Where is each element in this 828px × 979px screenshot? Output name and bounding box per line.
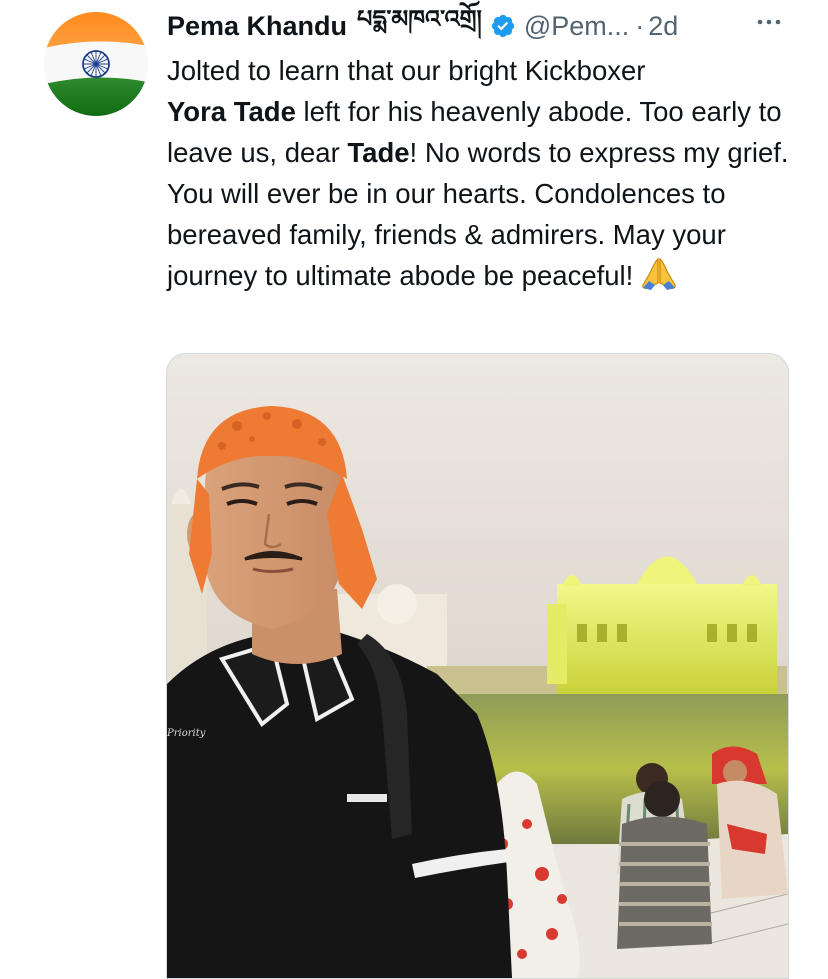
folded-hands-emoji-icon (639, 255, 679, 302)
tweet-media-photo[interactable]: Priority (166, 353, 789, 979)
tweet-text: Jolted to learn that our bright Kickboxe… (167, 50, 797, 302)
verified-badge-icon (490, 13, 516, 39)
tweet-timestamp[interactable]: 2d (648, 11, 678, 42)
header-separator: · (635, 10, 645, 41)
author-handle[interactable]: @Pem... (524, 11, 629, 42)
more-options-icon[interactable] (752, 8, 788, 36)
tweet-header: Pema Khandu པདྨ་མཁའ་འགྲོ། @Pem... · 2d (167, 6, 807, 46)
photo-illustration: Priority (167, 354, 788, 978)
shirt-print-text: Priority (167, 728, 206, 739)
tweet-text-line1: Jolted to learn that our bright Kickboxe… (167, 55, 646, 86)
tweet-bold-short-name: Tade (347, 137, 410, 168)
author-display-name[interactable]: Pema Khandu (167, 11, 347, 42)
avatar[interactable] (44, 12, 148, 116)
tweet-bold-name: Yora Tade (167, 96, 296, 127)
india-flag-avatar-icon (44, 12, 148, 116)
